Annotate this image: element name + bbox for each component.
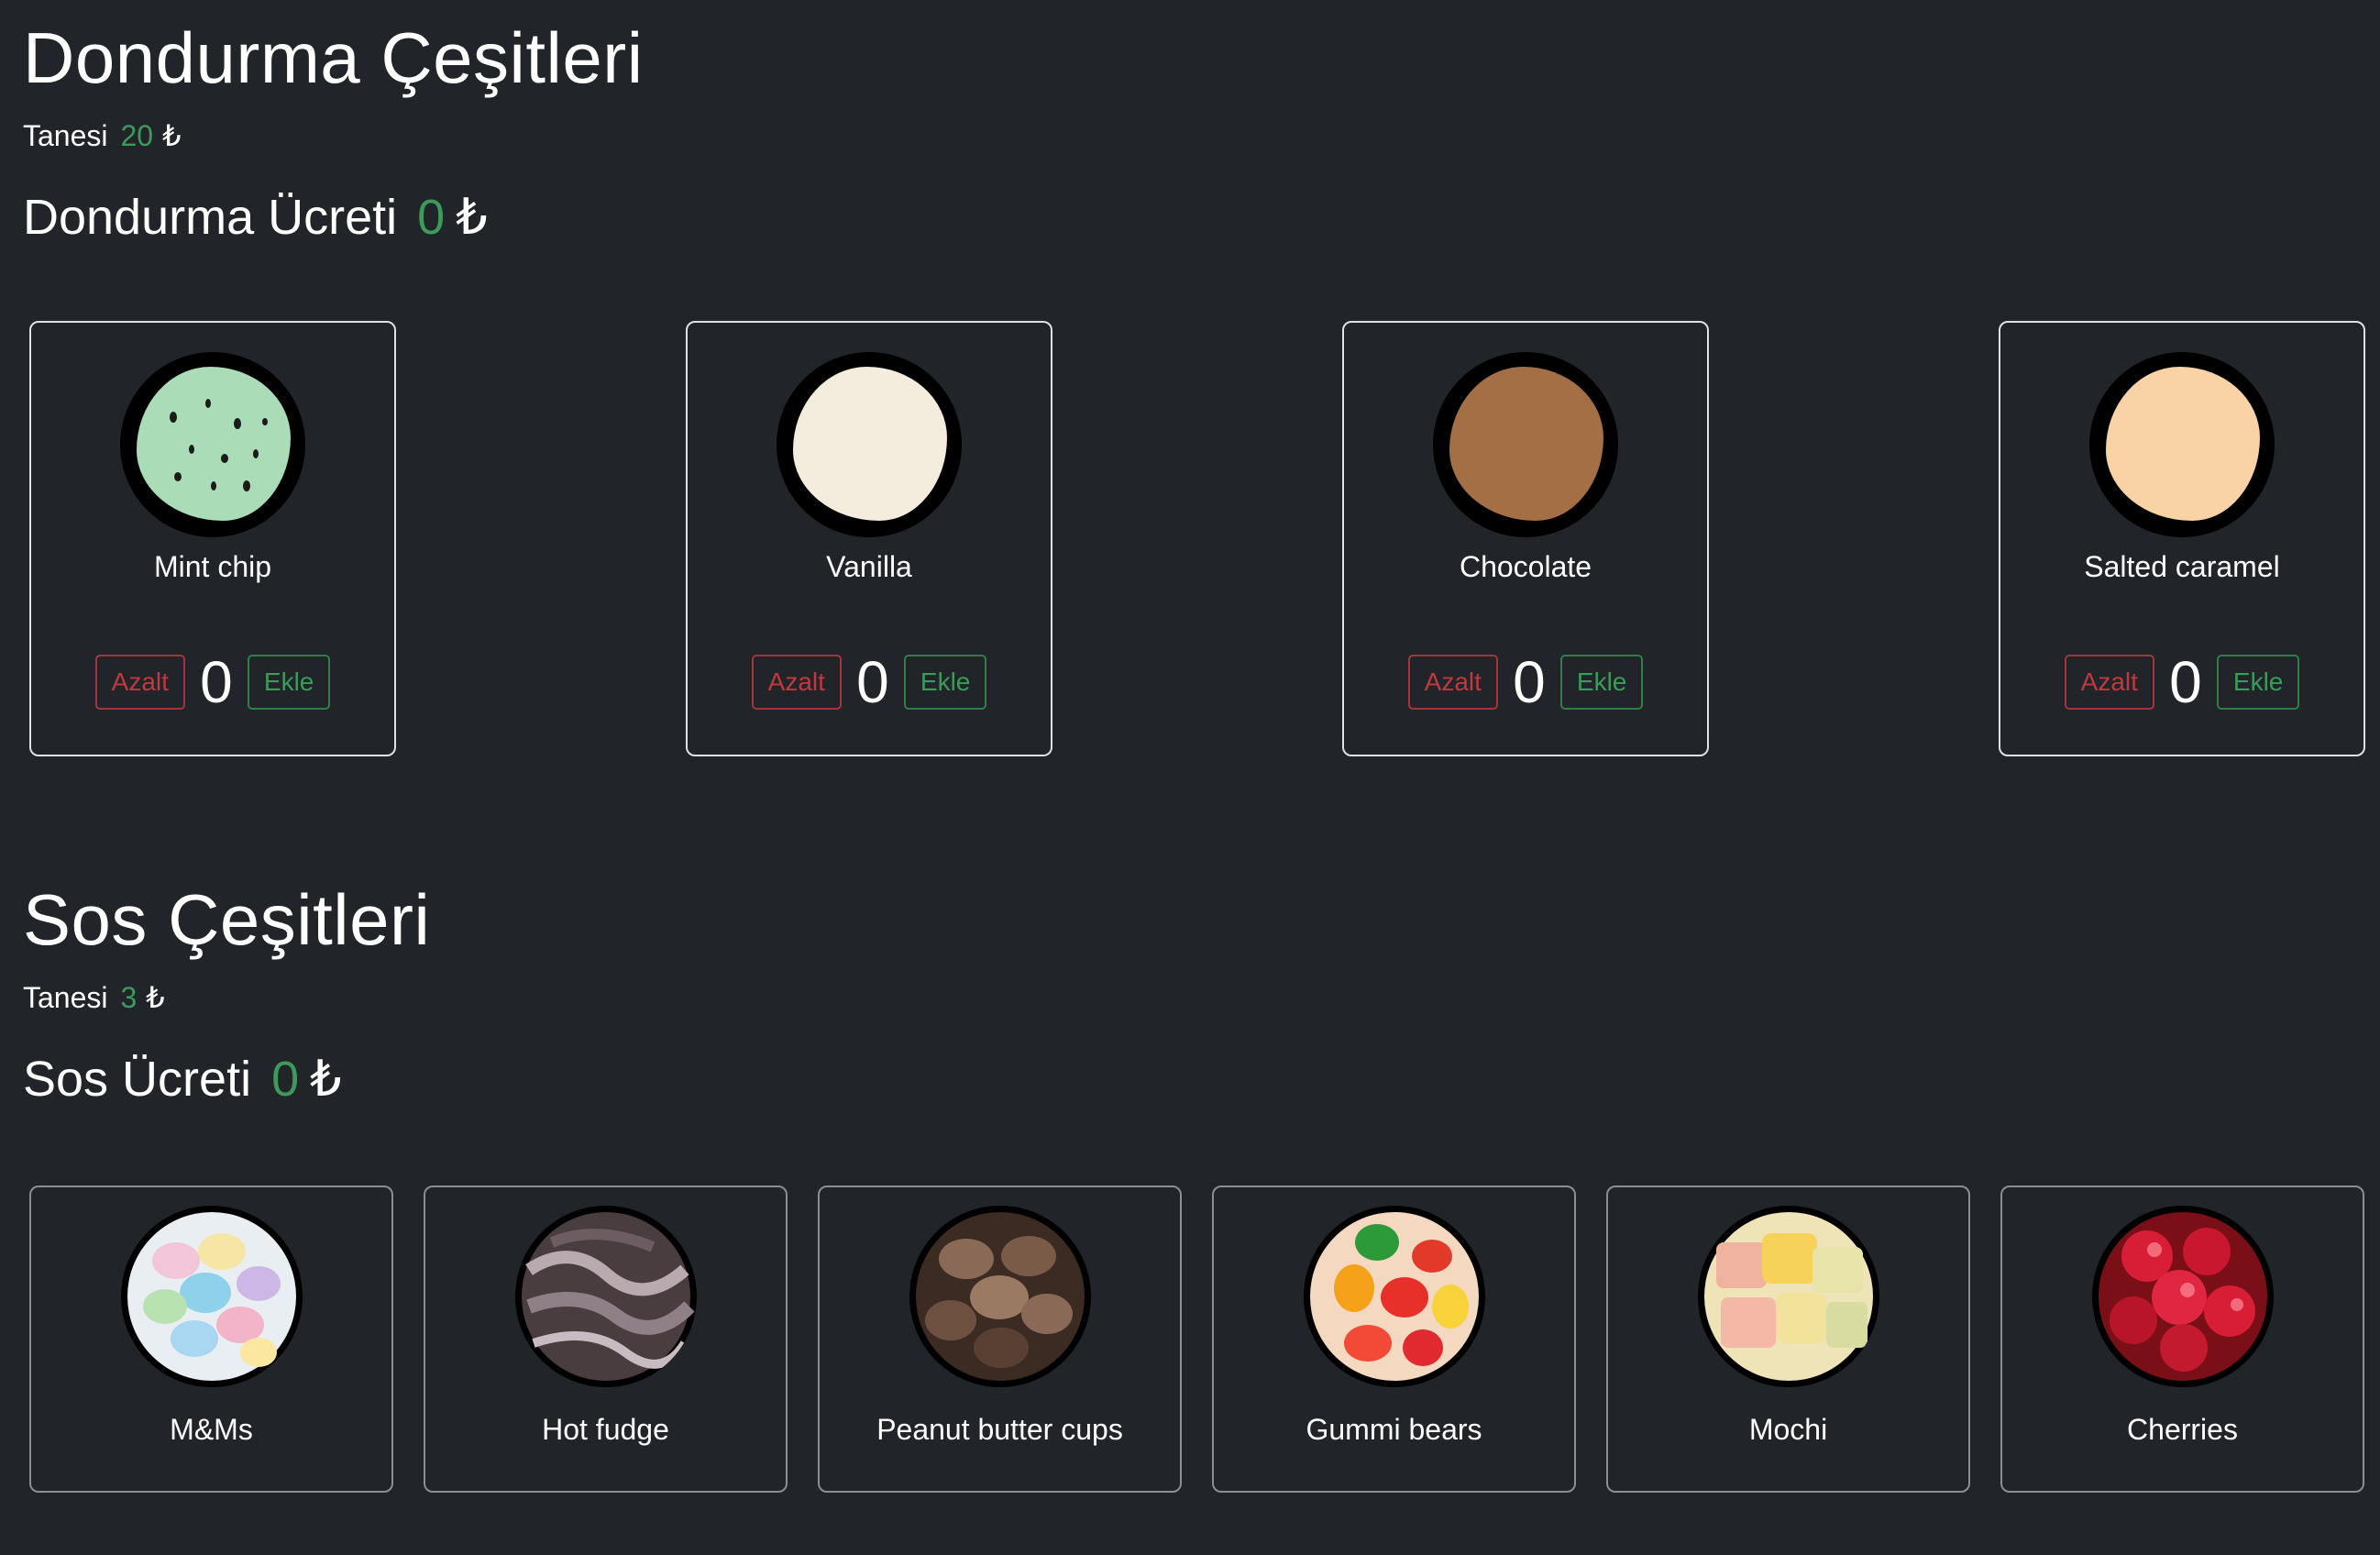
decrease-button[interactable]: Azalt [94, 655, 185, 710]
topping-name: Peanut butter cups [876, 1413, 1123, 1446]
scoop-name: Salted caramel [2084, 550, 2280, 583]
topping-card-gummi-bears[interactable]: Gummi bears [1212, 1186, 1576, 1493]
scoops-section: Dondurma Çeşitleri Tanesi 20 ₺ Dondurma Üc… [0, 0, 2380, 825]
hot-fudge-picture [521, 1212, 695, 1381]
unit-price-value: 20 [120, 119, 154, 152]
quantity-controls: Azalt 0 Ekle [688, 653, 1051, 711]
topping-card-mms[interactable]: M&Ms [29, 1186, 393, 1493]
total-value: 0 [417, 190, 446, 245]
topping-name: Gummi bears [1306, 1413, 1482, 1446]
quantity-controls: Azalt 0 Ekle [2000, 653, 2363, 711]
gummi-bears-picture [1309, 1212, 1479, 1381]
quantity-value: 0 [2169, 649, 2202, 715]
scoop-card-chocolate: Chocolate Azalt 0 Ekle [1342, 321, 1709, 756]
scoop-name: Chocolate [1459, 550, 1592, 583]
mochi-image [1697, 1206, 1879, 1387]
chocolate-image [1433, 352, 1618, 537]
peanut-butter-cups-picture [915, 1212, 1085, 1381]
toppings-unit-price: Tanesi 3 ₺ [23, 983, 165, 1012]
cherries-image [2091, 1206, 2274, 1387]
increase-button[interactable]: Ekle [247, 655, 331, 710]
topping-name: Hot fudge [542, 1413, 669, 1446]
scoops-total: Dondurma Ücreti 0 ₺ [23, 193, 488, 242]
chocolate-chips [170, 399, 268, 491]
increase-button[interactable]: Ekle [1559, 655, 1644, 710]
topping-card-hot-fudge[interactable]: Hot fudge [424, 1186, 788, 1493]
cherries-picture [2098, 1212, 2267, 1381]
gummi-bears-image [1303, 1206, 1485, 1387]
hot-fudge-image [514, 1206, 697, 1387]
scoop-name: Vanilla [826, 550, 912, 583]
unit-price-value: 3 [120, 981, 138, 1014]
topping-card-cherries[interactable]: Cherries [2000, 1186, 2364, 1493]
scoops-title: Dondurma Çeşitleri [23, 17, 644, 98]
salted-caramel-scoop [2106, 367, 2260, 521]
decrease-button[interactable]: Azalt [751, 655, 842, 710]
quantity-controls: Azalt 0 Ekle [31, 653, 394, 711]
scoop-card-vanilla: Vanilla Azalt 0 Ekle [686, 321, 1052, 756]
increase-button[interactable]: Ekle [2216, 655, 2300, 710]
toppings-title: Sos Çeşitleri [23, 879, 431, 960]
topping-card-mochi[interactable]: Mochi [1606, 1186, 1970, 1493]
topping-card-peanut-butter-cups[interactable]: Peanut butter cups [818, 1186, 1182, 1493]
quantity-value: 0 [1513, 649, 1546, 715]
chocolate-scoop [1449, 367, 1603, 521]
total-value: 0 [271, 1052, 300, 1107]
scoop-card-mint-chip: Mint chip Azalt 0 Ekle [29, 321, 396, 756]
total-label: Sos Ücreti [23, 1052, 252, 1107]
salted-caramel-image [2089, 352, 2275, 537]
unit-price-label: Tanesi [23, 981, 108, 1014]
unit-price-label: Tanesi [23, 119, 108, 152]
currency-symbol: ₺ [162, 119, 182, 152]
mms-image [120, 1206, 303, 1387]
currency-symbol: ₺ [310, 1052, 342, 1107]
decrease-button[interactable]: Azalt [2064, 655, 2154, 710]
quantity-value: 0 [856, 649, 889, 715]
quantity-controls: Azalt 0 Ekle [1344, 653, 1707, 711]
currency-symbol: ₺ [456, 190, 488, 245]
topping-name: M&Ms [170, 1413, 253, 1446]
scoop-card-salted-caramel: Salted caramel Azalt 0 Ekle [1999, 321, 2365, 756]
mint-chip-scoop [137, 367, 291, 521]
increase-button[interactable]: Ekle [903, 655, 987, 710]
mms-picture [127, 1212, 296, 1381]
vanilla-scoop [793, 367, 947, 521]
mochi-picture [1703, 1212, 1873, 1381]
toppings-section: Sos Çeşitleri Tanesi 3 ₺ Sos Ücreti 0 ₺ M&Ms [0, 862, 2380, 1555]
decrease-button[interactable]: Azalt [1407, 655, 1498, 710]
mint-chip-image [120, 352, 305, 537]
topping-name: Cherries [2127, 1413, 2238, 1446]
vanilla-image [777, 352, 962, 537]
quantity-value: 0 [200, 649, 233, 715]
toppings-total: Sos Ücreti 0 ₺ [23, 1054, 341, 1104]
peanut-butter-cups-image [909, 1206, 1091, 1387]
scoop-name: Mint chip [153, 550, 272, 583]
topping-name: Mochi [1748, 1413, 1828, 1446]
scoops-unit-price: Tanesi 20 ₺ [23, 121, 181, 150]
total-label: Dondurma Ücreti [23, 190, 398, 245]
currency-symbol: ₺ [146, 981, 165, 1014]
